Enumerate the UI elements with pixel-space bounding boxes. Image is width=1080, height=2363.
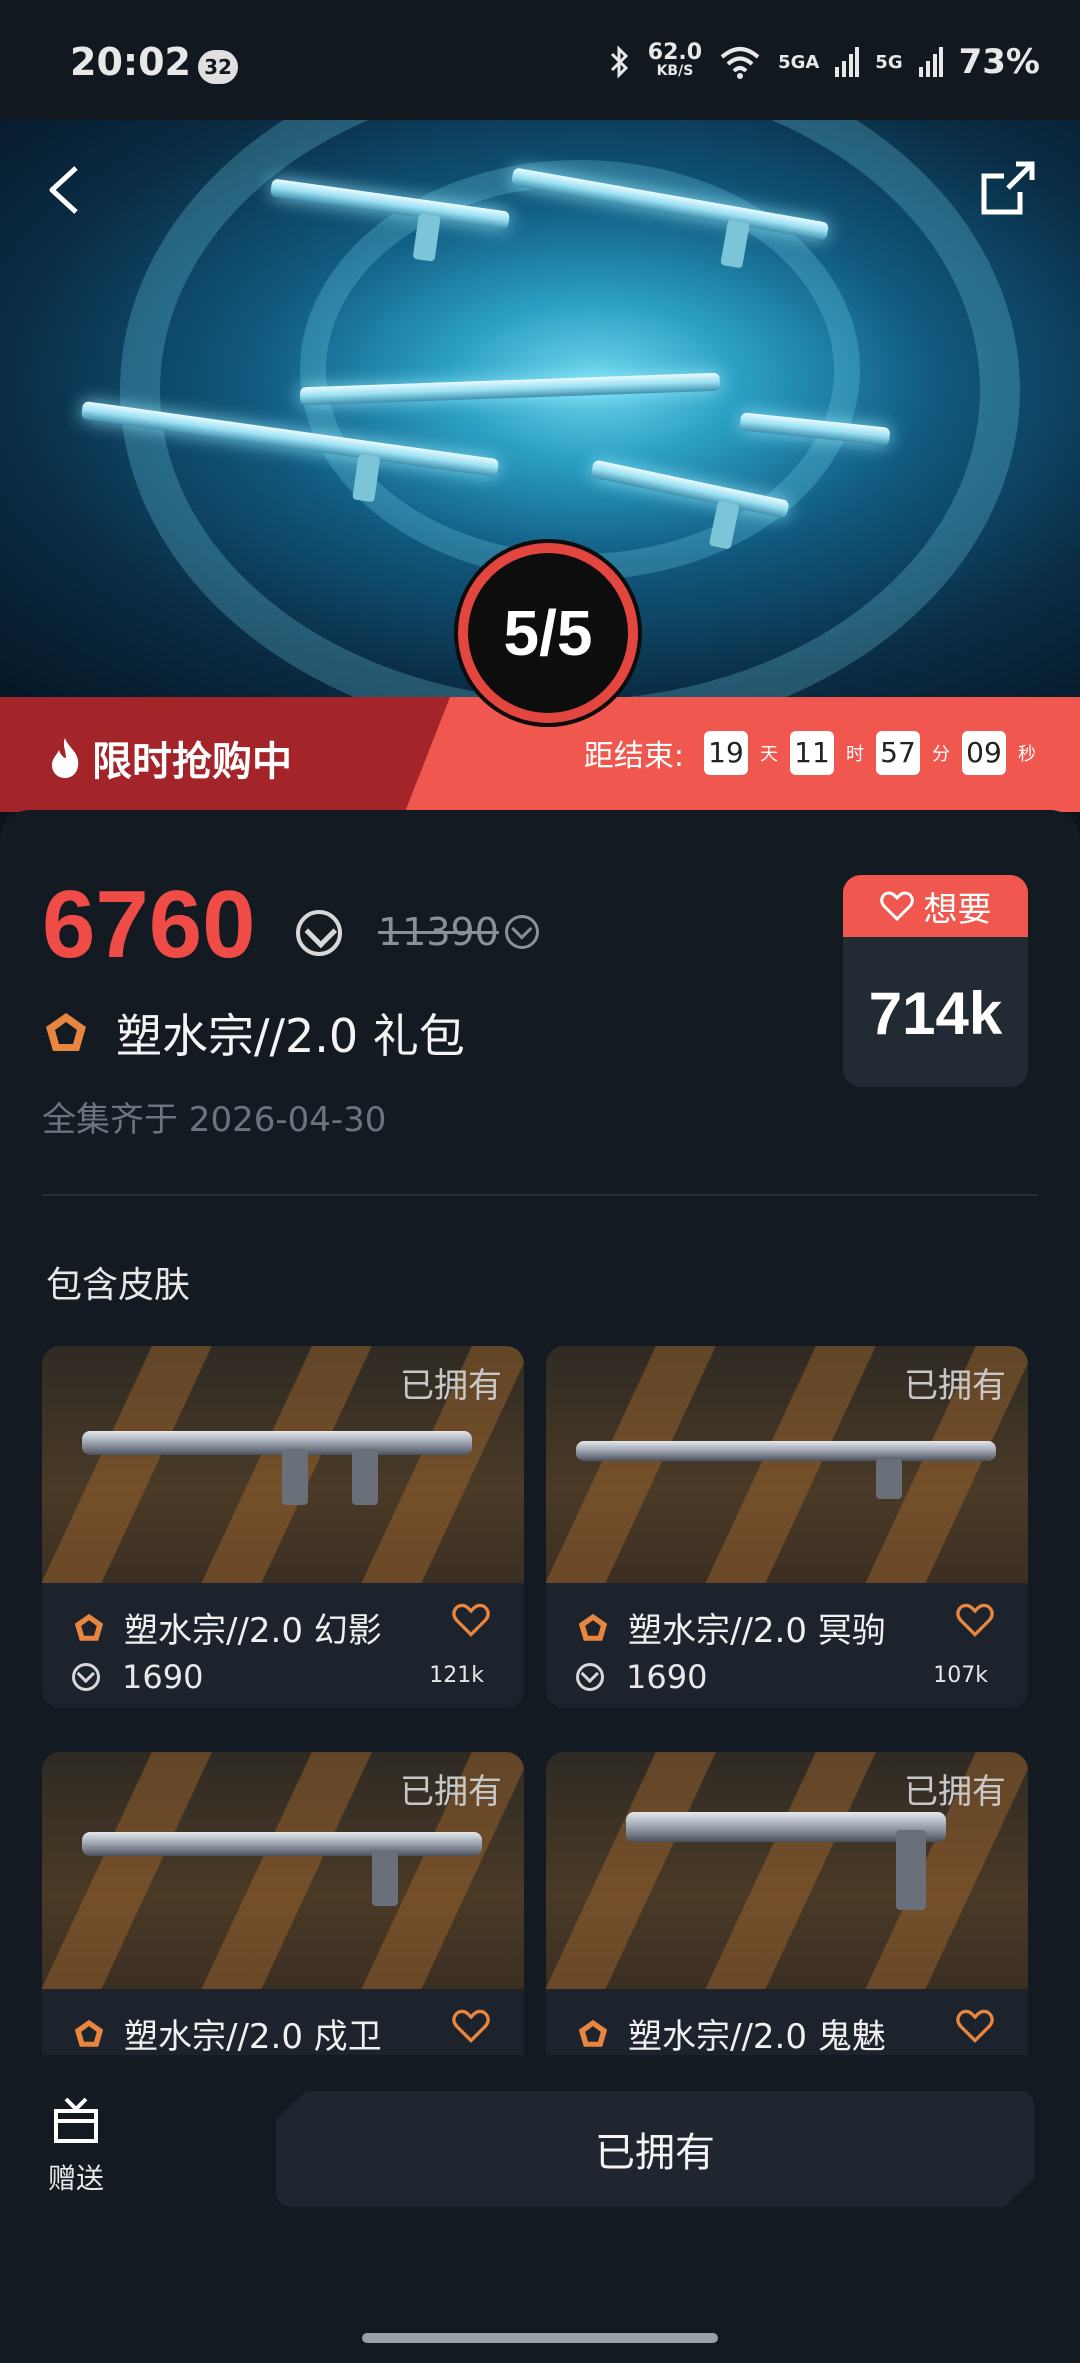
skin-image: 已拥有 — [546, 1752, 1028, 1989]
skin-price-value: 1690 — [122, 1658, 204, 1696]
heart-icon[interactable] — [956, 2009, 994, 2043]
gift-icon — [54, 2097, 98, 2143]
countdown-hours: 11 — [790, 731, 834, 775]
flash-sale-label: 限时抢购中 — [92, 739, 292, 785]
wifi-icon — [720, 47, 760, 79]
bundle-price: 6760 — [42, 871, 256, 978]
valorant-points-icon — [576, 1663, 604, 1691]
heart-icon — [879, 891, 914, 921]
countdown-seconds: 09 — [962, 731, 1006, 775]
bundle-title: 塑水宗//2.0 礼包 — [42, 1000, 465, 1066]
skin-name: 塑水宗//2.0 戍卫 — [72, 2009, 382, 2058]
signal-1-bars-icon — [835, 47, 860, 77]
owned-label: 已拥有 — [904, 1366, 1006, 1406]
wishlist-count: 714k — [868, 980, 1003, 1047]
home-indicator[interactable] — [362, 2333, 718, 2343]
status-bar: 20:02 32 62.0 KB/S 5GA 5G 73% — [0, 0, 1080, 120]
countdown-days-unit: 天 — [760, 744, 778, 765]
countdown-minutes-unit: 分 — [932, 744, 950, 765]
collection-progress-text: 5/5 — [503, 597, 593, 669]
owned-status-button[interactable]: 已拥有 — [276, 2091, 1034, 2207]
countdown-minutes: 57 — [876, 731, 920, 775]
flash-sale-title: 限时抢购中 — [48, 729, 292, 787]
countdown-label: 距结束: — [583, 739, 684, 774]
skin-card[interactable]: 已拥有 塑水宗//2.0 冥驹 1690 107k — [546, 1346, 1028, 1708]
tier-pentagon-icon — [578, 1613, 608, 1641]
skin-like-count: 121k — [429, 1663, 484, 1688]
gift-button[interactable]: 赠送 — [44, 2095, 108, 2197]
tier-pentagon-icon — [74, 2019, 104, 2047]
signal-2-type: 5G — [875, 51, 903, 73]
bottom-action-bar: 赠送 已拥有 — [0, 2055, 1080, 2315]
skin-price: 1690 — [576, 1658, 707, 1696]
wishlist-label: 想要 — [923, 889, 992, 930]
skin-name-text: 塑水宗//2.0 幻影 — [124, 1611, 382, 1651]
skin-name-text: 塑水宗//2.0 鬼魅 — [628, 2017, 886, 2057]
signal-2-bars-icon — [918, 47, 943, 77]
net-speed: 62.0 KB/S — [648, 42, 702, 80]
owned-label: 已拥有 — [400, 1772, 502, 1812]
skin-image: 已拥有 — [42, 1752, 524, 1989]
skin-name: 塑水宗//2.0 冥驹 — [576, 1603, 886, 1652]
status-indicators: 62.0 KB/S 5GA 5G 73% — [608, 42, 1040, 82]
heart-icon[interactable] — [452, 1603, 490, 1637]
heart-icon[interactable] — [452, 2009, 490, 2043]
heart-icon[interactable] — [956, 1603, 994, 1637]
countdown-hours-unit: 时 — [846, 744, 864, 765]
valorant-points-icon — [72, 1663, 100, 1691]
tier-pentagon-icon — [578, 2019, 608, 2047]
gift-label: 赠送 — [47, 2162, 104, 2195]
battery-level: 73% — [958, 42, 1040, 82]
skin-price-value: 1690 — [626, 1658, 708, 1696]
signal-1-type: 5GA — [778, 51, 820, 73]
collection-progress-badge: 5/5 — [458, 543, 638, 723]
tier-pentagon-icon — [74, 1613, 104, 1641]
bundle-complete-date: 全集齐于 2026-04-30 — [42, 1100, 387, 1140]
status-time: 20:02 — [70, 40, 191, 84]
back-arrow-icon[interactable] — [40, 160, 100, 220]
valorant-points-icon — [296, 910, 342, 956]
fire-icon — [52, 738, 79, 778]
skin-like-count: 107k — [933, 1663, 988, 1688]
divider — [42, 1194, 1038, 1196]
skin-name-text: 塑水宗//2.0 戍卫 — [124, 2017, 382, 2057]
skin-name: 塑水宗//2.0 幻影 — [72, 1603, 382, 1652]
skin-card[interactable]: 已拥有 塑水宗//2.0 幻影 1690 121k — [42, 1346, 524, 1708]
bluetooth-icon — [610, 45, 628, 79]
owned-label: 已拥有 — [904, 1772, 1006, 1812]
countdown-timer: 距结束: 19 天 11 时 57 分 09 秒 — [584, 731, 1040, 775]
wishlist-header: 想要 — [843, 875, 1028, 937]
included-skins-heading: 包含皮肤 — [46, 1265, 191, 1306]
bundle-name: 塑水宗//2.0 礼包 — [116, 1009, 465, 1063]
tier-pentagon-icon — [46, 1013, 86, 1051]
skin-image: 已拥有 — [42, 1346, 524, 1583]
valorant-points-icon — [504, 915, 539, 949]
skin-name: 塑水宗//2.0 鬼魅 — [576, 2009, 886, 2058]
original-price-value: 11390 — [378, 910, 499, 954]
share-icon[interactable] — [976, 156, 1040, 220]
countdown-days: 19 — [704, 731, 748, 775]
original-price: 11390 — [378, 910, 539, 954]
notification-count-badge: 32 — [198, 50, 238, 84]
skin-name-text: 塑水宗//2.0 冥驹 — [628, 1611, 886, 1651]
countdown-seconds-unit: 秒 — [1018, 744, 1036, 765]
skin-price: 1690 — [72, 1658, 203, 1696]
wishlist-button[interactable]: 想要 714k — [843, 875, 1028, 1087]
owned-label: 已拥有 — [400, 1366, 502, 1406]
skin-image: 已拥有 — [546, 1346, 1028, 1583]
